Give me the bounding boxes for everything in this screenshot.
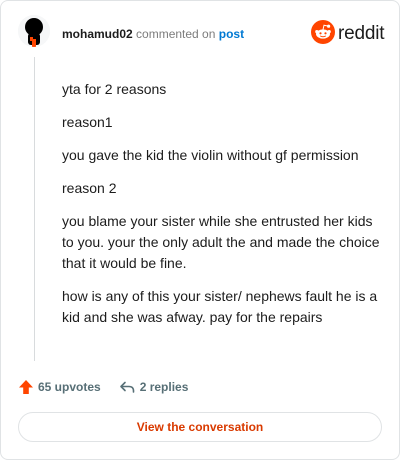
user-avatar-icon[interactable]: [18, 15, 50, 47]
upvote-arrow-icon[interactable]: [18, 379, 34, 395]
upvote-count[interactable]: 65 upvotes: [18, 379, 101, 395]
post-link[interactable]: post: [219, 27, 244, 41]
username[interactable]: mohamud02: [62, 27, 133, 41]
reddit-brand[interactable]: reddit: [311, 19, 385, 49]
thread-line: [34, 57, 35, 361]
reddit-logo-icon: [311, 19, 335, 49]
comment-paragraph: yta for 2 reasons: [62, 81, 167, 97]
comment-paragraph: you blame your sister while she entruste…: [62, 213, 380, 271]
comment-card: mohamud02 commented on post reddit yta f…: [0, 0, 400, 460]
reddit-wordmark: reddit: [338, 23, 385, 44]
comment-body: yta for 2 reasons reason1 you gave the k…: [62, 79, 382, 340]
reply-label: 2 replies: [139, 380, 189, 394]
reply-arrow-icon: [119, 379, 135, 395]
reply-count[interactable]: 2 replies: [119, 379, 189, 395]
comment-header: mohamud02 commented on post: [62, 26, 244, 42]
upvote-label: 65 upvotes: [38, 380, 101, 394]
view-conversation-button[interactable]: View the conversation: [18, 412, 382, 442]
comment-paragraph: reason 2: [62, 180, 117, 196]
comment-paragraph: you gave the kid the violin without gf p…: [62, 147, 359, 163]
comment-footer: 65 upvotes 2 replies: [18, 378, 188, 396]
comment-action-text: commented on: [136, 27, 216, 41]
comment-paragraph: how is any of this your sister/ nephews …: [62, 288, 378, 325]
comment-paragraph: reason1: [62, 114, 113, 130]
